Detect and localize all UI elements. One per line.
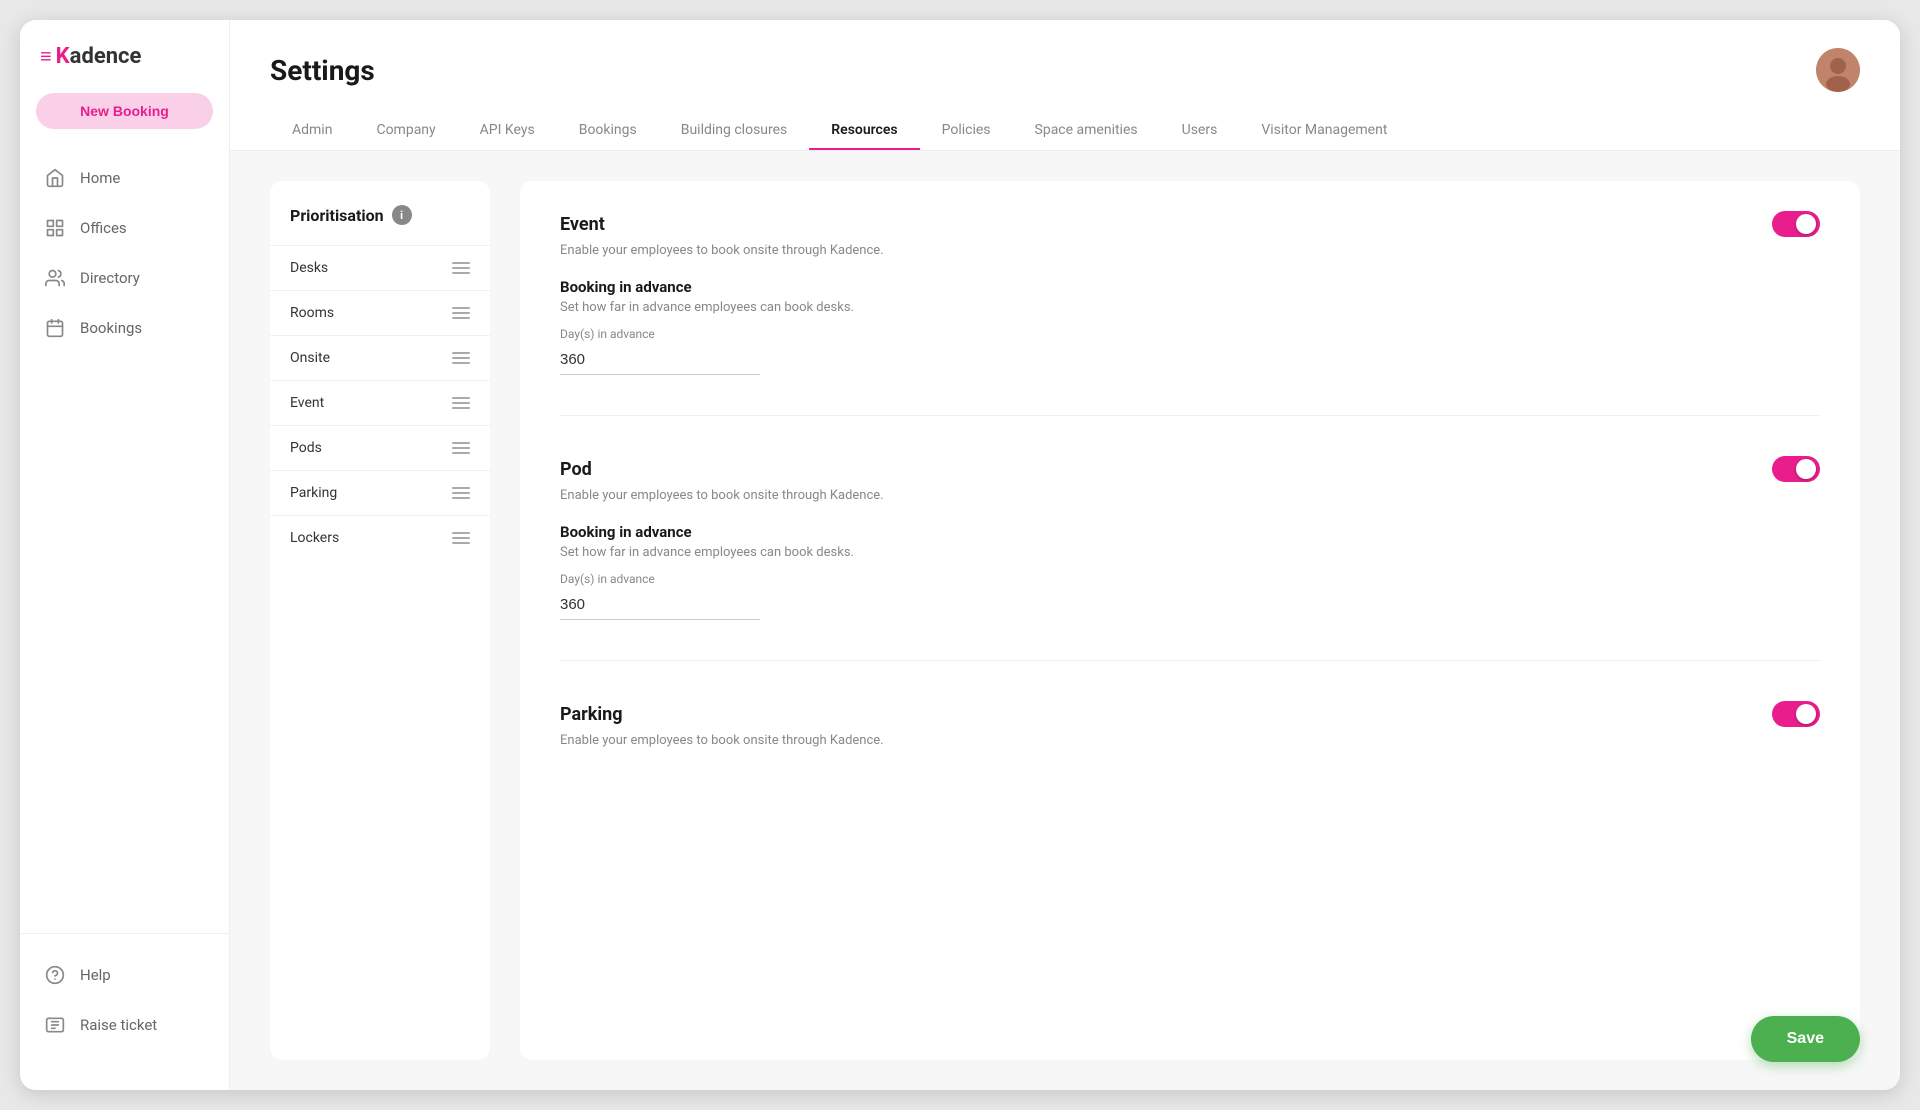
priority-event-label: Event (290, 395, 324, 411)
priority-pods-label: Pods (290, 440, 322, 456)
sidebar-item-home[interactable]: Home (20, 153, 229, 203)
home-icon (44, 167, 66, 189)
prioritisation-header: Prioritisation i (270, 205, 490, 245)
priority-item-parking[interactable]: Parking (270, 470, 490, 515)
tab-company[interactable]: Company (354, 112, 457, 150)
pod-booking-advance: Booking in advance Set how far in advanc… (560, 523, 1820, 620)
prioritisation-info-icon[interactable]: i (392, 205, 412, 225)
event-booking-advance: Booking in advance Set how far in advanc… (560, 278, 1820, 375)
prioritisation-panel: Prioritisation i Desks Rooms Onsite (270, 181, 490, 1060)
tab-policies[interactable]: Policies (920, 112, 1013, 150)
pod-description: Enable your employees to book onsite thr… (560, 488, 1820, 503)
event-booking-advance-title: Booking in advance (560, 278, 1820, 296)
priority-item-pods[interactable]: Pods (270, 425, 490, 470)
bookings-icon (44, 317, 66, 339)
page-title: Settings (270, 54, 375, 87)
pod-days-label: Day(s) in advance (560, 572, 760, 586)
pod-days-input[interactable] (560, 590, 760, 620)
sidebar-item-directory[interactable]: Directory (20, 253, 229, 303)
event-days-label: Day(s) in advance (560, 327, 760, 341)
parking-header: Parking (560, 701, 1820, 727)
logo-text: Kadence (56, 44, 142, 69)
tab-resources[interactable]: Resources (809, 112, 919, 150)
event-toggle[interactable] (1772, 211, 1820, 237)
tab-users[interactable]: Users (1160, 112, 1240, 150)
resource-section-parking: Parking Enable your employees to book on… (560, 660, 1820, 748)
sidebar-nav: Home Offices (20, 153, 229, 933)
header-top: Settings (270, 48, 1860, 92)
pod-header: Pod (560, 456, 1820, 482)
priority-item-desks[interactable]: Desks (270, 245, 490, 290)
sidebar-item-raise-ticket[interactable]: Raise ticket (20, 1000, 229, 1050)
sidebar: ≡ Kadence New Booking Home (20, 20, 230, 1090)
sidebar-bottom: Help Raise ticket (20, 933, 229, 1066)
priority-item-lockers[interactable]: Lockers (270, 515, 490, 560)
prioritisation-title: Prioritisation (290, 206, 384, 225)
sidebar-item-help-label: Help (80, 966, 111, 984)
sidebar-item-raise-ticket-label: Raise ticket (80, 1016, 157, 1034)
tab-building-closures[interactable]: Building closures (659, 112, 810, 150)
event-days-input[interactable] (560, 345, 760, 375)
user-avatar[interactable] (1816, 48, 1860, 92)
sidebar-item-bookings-label: Bookings (80, 319, 142, 337)
save-button[interactable]: Save (1751, 1016, 1860, 1062)
drag-handle-rooms[interactable] (452, 307, 470, 319)
drag-handle-desks[interactable] (452, 262, 470, 274)
priority-item-onsite[interactable]: Onsite (270, 335, 490, 380)
priority-onsite-label: Onsite (290, 350, 330, 366)
save-button-container: Save (1751, 1016, 1860, 1062)
logo-icon: ≡ (40, 44, 52, 69)
parking-name: Parking (560, 704, 622, 725)
drag-handle-pods[interactable] (452, 442, 470, 454)
priority-lockers-label: Lockers (290, 530, 339, 546)
pod-booking-advance-title: Booking in advance (560, 523, 1820, 541)
priority-desks-label: Desks (290, 260, 328, 276)
drag-handle-parking[interactable] (452, 487, 470, 499)
main-content: Settings Admin Company API Keys Bookings… (230, 20, 1900, 1090)
pod-toggle[interactable] (1772, 456, 1820, 482)
new-booking-button[interactable]: New Booking (36, 93, 213, 129)
directory-icon (44, 267, 66, 289)
priority-parking-label: Parking (290, 485, 337, 501)
drag-handle-onsite[interactable] (452, 352, 470, 364)
help-icon (44, 964, 66, 986)
settings-nav-tabs: Admin Company API Keys Bookings Building… (270, 112, 1860, 150)
priority-item-rooms[interactable]: Rooms (270, 290, 490, 335)
offices-icon (44, 217, 66, 239)
pod-days-input-group: Day(s) in advance (560, 572, 760, 620)
logo-suffix: adence (70, 44, 142, 69)
pod-name: Pod (560, 459, 592, 480)
tab-visitor-management[interactable]: Visitor Management (1239, 112, 1409, 150)
sidebar-item-bookings[interactable]: Bookings (20, 303, 229, 353)
sidebar-item-help[interactable]: Help (20, 950, 229, 1000)
event-name: Event (560, 214, 605, 235)
tab-admin[interactable]: Admin (270, 112, 354, 150)
event-booking-advance-desc: Set how far in advance employees can boo… (560, 300, 1820, 315)
priority-rooms-label: Rooms (290, 305, 334, 321)
resource-section-pod: Pod Enable your employees to book onsite… (560, 415, 1820, 620)
sidebar-item-home-label: Home (80, 169, 120, 187)
logo-area: ≡ Kadence (20, 44, 229, 93)
logo-prefix: K (56, 44, 70, 69)
drag-handle-event[interactable] (452, 397, 470, 409)
settings-panel: Event Enable your employees to book onsi… (520, 181, 1860, 1060)
sidebar-item-offices-label: Offices (80, 219, 127, 237)
event-description: Enable your employees to book onsite thr… (560, 243, 1820, 258)
tab-space-amenities[interactable]: Space amenities (1013, 112, 1160, 150)
resource-section-event: Event Enable your employees to book onsi… (560, 211, 1820, 375)
ticket-icon (44, 1014, 66, 1036)
pod-booking-advance-desc: Set how far in advance employees can boo… (560, 545, 1820, 560)
drag-handle-lockers[interactable] (452, 532, 470, 544)
parking-description: Enable your employees to book onsite thr… (560, 733, 1820, 748)
event-days-input-group: Day(s) in advance (560, 327, 760, 375)
priority-item-event[interactable]: Event (270, 380, 490, 425)
event-header: Event (560, 211, 1820, 237)
parking-toggle[interactable] (1772, 701, 1820, 727)
header: Settings Admin Company API Keys Bookings… (230, 20, 1900, 151)
content-area: Prioritisation i Desks Rooms Onsite (230, 151, 1900, 1090)
sidebar-item-directory-label: Directory (80, 269, 140, 287)
tab-bookings[interactable]: Bookings (557, 112, 659, 150)
tab-api-keys[interactable]: API Keys (458, 112, 557, 150)
sidebar-item-offices[interactable]: Offices (20, 203, 229, 253)
